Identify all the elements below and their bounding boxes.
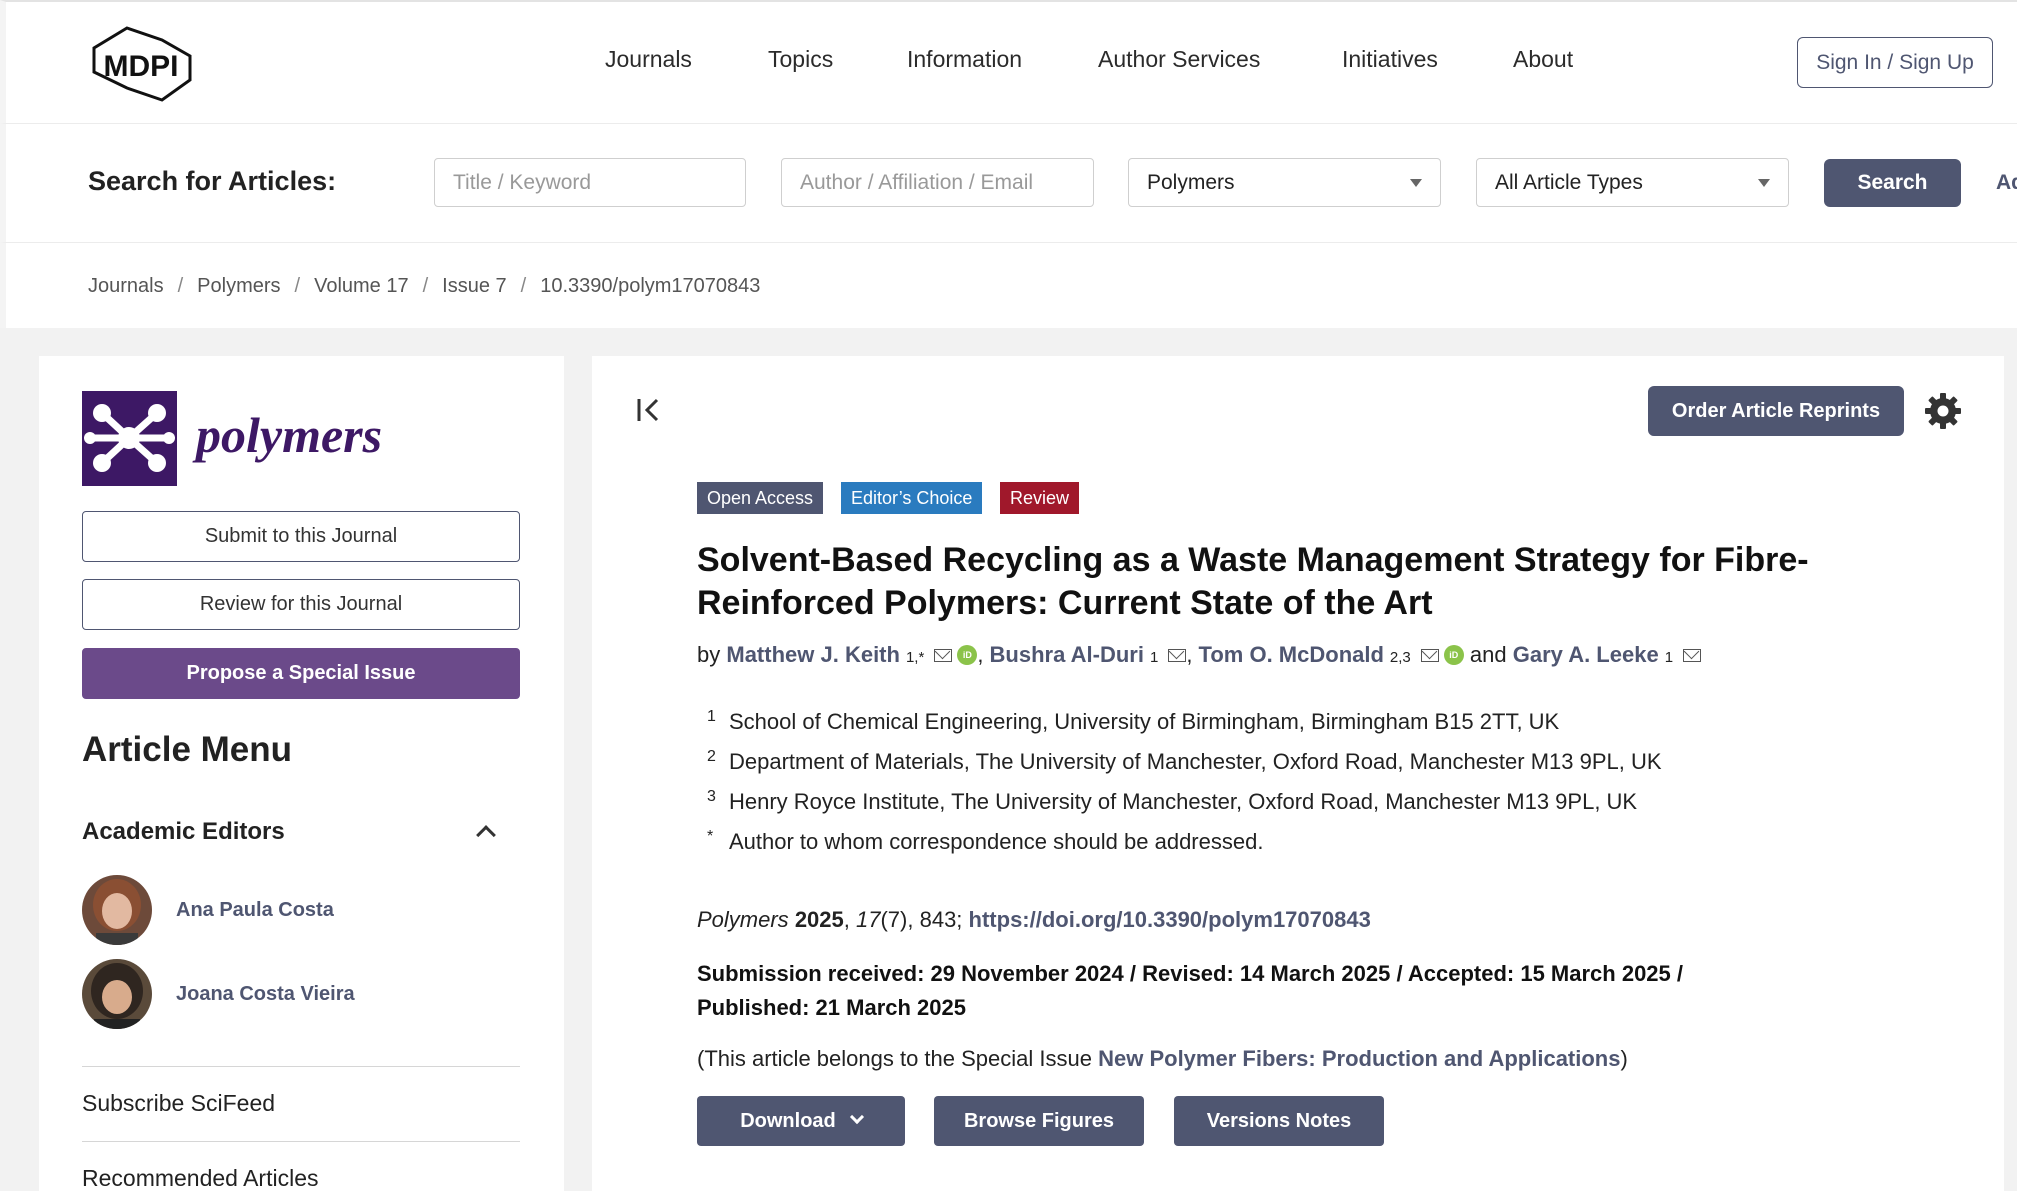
affiliation-item: * Author to whom correspondence should be… xyxy=(707,828,1264,855)
affiliation-item: 1 School of Chemical Engineering, Univers… xyxy=(707,708,1560,735)
orcid-icon[interactable]: iD xyxy=(1443,645,1464,665)
author-name[interactable]: Bushra Al-Duri xyxy=(990,642,1144,668)
author-affiliation-sup: 1 xyxy=(1149,649,1159,666)
special-issue-link[interactable]: New Polymer Fibers: Production and Appli… xyxy=(1098,1046,1620,1071)
submit-button[interactable]: Submit to this Journal xyxy=(82,511,520,562)
chevron-up-icon[interactable] xyxy=(476,825,496,845)
polymers-logo-icon[interactable] xyxy=(82,391,177,486)
open-access-badge[interactable]: Open Access xyxy=(697,482,824,514)
breadcrumb-polymers[interactable]: Polymers xyxy=(197,275,280,297)
citation-year: 2025 xyxy=(794,907,844,932)
affiliation-item: 2 Department of Materials, The University… xyxy=(707,748,1662,775)
journal-select-value: Polymers xyxy=(1147,170,1235,194)
recommended-articles-link[interactable]: Recommended Articles xyxy=(82,1165,319,1191)
nav-about[interactable]: About xyxy=(1513,46,1573,73)
article-type-select[interactable]: All Article Types xyxy=(1476,158,1789,207)
breadcrumb-doi[interactable]: 10.3390/polym17070843 xyxy=(540,275,760,297)
author-affiliation-sup: 2,3 xyxy=(1389,649,1411,666)
review-badge: Review xyxy=(1000,482,1080,514)
collapse-sidebar-icon[interactable] xyxy=(635,396,663,429)
by-label: by xyxy=(697,642,721,667)
email-icon[interactable] xyxy=(1683,649,1702,662)
chevron-down-icon xyxy=(1410,178,1422,187)
dates-line: Submission received: 29 November 2024 / … xyxy=(697,961,1683,986)
author-list: by Matthew J. Keith 1,* iD, Bushra Al-Du… xyxy=(697,642,1702,669)
citation-journal: Polymers xyxy=(697,907,789,932)
doi-link[interactable]: https://doi.org/10.3390/polym17070843 xyxy=(969,907,1371,932)
sign-in-button[interactable]: Sign In / Sign Up xyxy=(1797,37,1993,88)
academic-editors-heading[interactable]: Academic Editors xyxy=(82,818,285,846)
advanced-search-link[interactable]: Ad xyxy=(1996,171,2017,195)
review-button[interactable]: Review for this Journal xyxy=(82,579,520,630)
special-issue-note: (This article belongs to the Special Iss… xyxy=(697,1046,1628,1071)
editor-item[interactable]: Joana Costa Vieira xyxy=(82,959,355,1029)
nav-journals[interactable]: Journals xyxy=(605,46,692,73)
divider xyxy=(82,1066,520,1067)
site-header: MDPI Journals Topics Information Author … xyxy=(0,0,2017,123)
author-affiliation-sup: 1 xyxy=(1664,649,1674,666)
chevron-down-icon xyxy=(849,1109,864,1125)
avatar xyxy=(82,959,152,1029)
breadcrumb: Journals / Polymers / Volume 17/Issue 7/10.3… xyxy=(88,275,761,297)
propose-special-issue-button[interactable]: Propose a Special Issue xyxy=(82,648,520,699)
author-input[interactable]: Author / Affiliation / Email xyxy=(781,158,1094,207)
browse-figures-button[interactable]: Browse Figures xyxy=(934,1096,1144,1146)
citation-issue-pages: (7), 843; xyxy=(880,907,963,932)
and-label: and xyxy=(1469,642,1507,667)
editor-name: Joana Costa Vieira xyxy=(176,982,355,1005)
title-line: Reinforced Polymers: Current State of th… xyxy=(697,584,1433,622)
publication-dates: Submission received: 29 November 2024 / … xyxy=(697,957,1817,1025)
order-reprints-button[interactable]: Order Article Reprints xyxy=(1648,386,1904,436)
gear-icon[interactable] xyxy=(1924,392,1962,435)
chevron-down-icon xyxy=(1758,178,1770,187)
nav-information[interactable]: Information xyxy=(907,46,1022,73)
search-bar: Search for Articles: Title / Keyword Aut… xyxy=(0,123,2017,243)
mdpi-logo[interactable]: MDPI xyxy=(87,26,202,102)
dates-line: Published: 21 March 2025 xyxy=(697,995,966,1020)
article-menu-heading: Article Menu xyxy=(82,730,293,769)
editor-name: Ana Paula Costa xyxy=(176,898,334,921)
affiliation-item: 3 Henry Royce Institute, The University o… xyxy=(707,788,1638,815)
article-title: Solvent-Based Recycling as a Waste Manag… xyxy=(697,539,1927,625)
author-name[interactable]: Tom O. McDonald xyxy=(1199,642,1384,668)
author-affiliation-sup: 1,* xyxy=(905,649,925,666)
author-name[interactable]: Gary A. Leeke xyxy=(1513,642,1659,668)
breadcrumb-volume[interactable]: Volume 17 xyxy=(314,275,409,297)
logo-text: MDPI xyxy=(104,50,179,83)
breadcrumb-journals[interactable]: Journals xyxy=(88,275,164,297)
versions-notes-button[interactable]: Versions Notes xyxy=(1174,1096,1384,1146)
article-panel: Order Article Reprints Open Access Edito… xyxy=(592,356,2004,1191)
subscribe-scifeed-link[interactable]: Subscribe SciFeed xyxy=(82,1090,275,1117)
left-sidebar: polymers Submit to this Journal Review f… xyxy=(39,356,564,1191)
breadcrumb-bar: Journals / Polymers / Volume 17/Issue 7/10.3… xyxy=(0,243,2017,328)
search-button[interactable]: Search xyxy=(1824,159,1961,207)
avatar xyxy=(82,875,152,945)
title-line: Solvent-Based Recycling as a Waste Manag… xyxy=(697,541,1809,579)
article-type-value: All Article Types xyxy=(1495,170,1643,194)
citation-volume: 17 xyxy=(856,907,881,932)
nav-author-services[interactable]: Author Services xyxy=(1098,46,1260,73)
journal-select[interactable]: Polymers xyxy=(1128,158,1441,207)
editors-choice-badge[interactable]: Editor’s Choice xyxy=(841,482,983,514)
editor-item[interactable]: Ana Paula Costa xyxy=(82,875,334,945)
keyword-input[interactable]: Title / Keyword xyxy=(434,158,746,207)
email-icon[interactable] xyxy=(934,649,953,662)
breadcrumb-issue[interactable]: Issue 7 xyxy=(442,275,506,297)
nav-initiatives[interactable]: Initiatives xyxy=(1342,46,1438,73)
orcid-icon[interactable]: iD xyxy=(957,645,978,665)
citation-line: Polymers 2025, 17(7), 843; https://doi.o… xyxy=(697,907,1371,932)
nav-topics[interactable]: Topics xyxy=(768,46,833,73)
download-button[interactable]: Download xyxy=(697,1096,905,1146)
search-label: Search for Articles: xyxy=(88,166,337,196)
email-icon[interactable] xyxy=(1420,649,1439,662)
download-label: Download xyxy=(740,1109,836,1132)
journal-name[interactable]: polymers xyxy=(196,406,382,464)
divider xyxy=(82,1141,520,1142)
author-name[interactable]: Matthew J. Keith xyxy=(726,642,900,668)
email-icon[interactable] xyxy=(1168,649,1187,662)
